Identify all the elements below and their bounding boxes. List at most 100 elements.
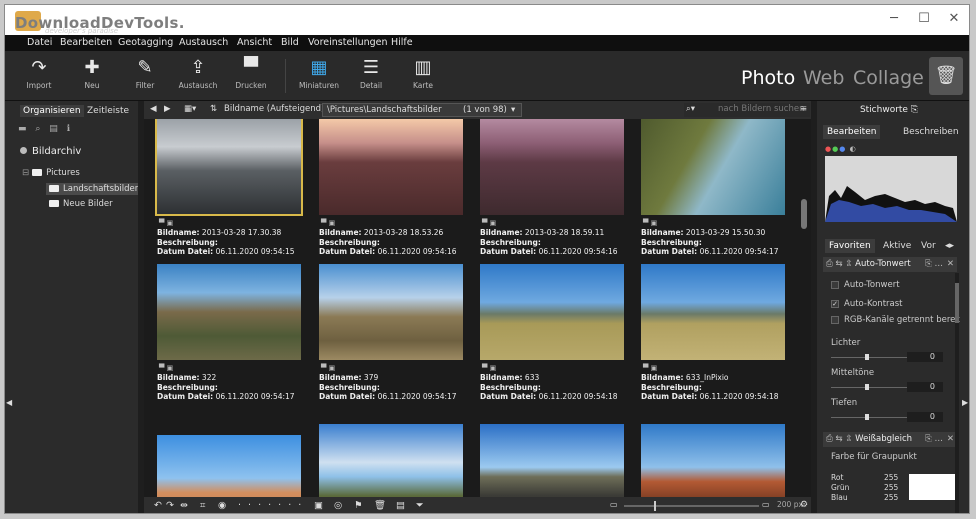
thumbnail-image[interactable] [155,119,303,216]
rotate-left-icon[interactable]: ↶ [154,500,162,511]
minimize-button[interactable]: ─ [879,11,909,26]
rating-dots-icon[interactable]: · · · · · · · [238,500,303,511]
checkbox-auto-tonwert[interactable]: Auto-Tonwert [831,280,900,290]
funnel-icon[interactable]: ⏷ [416,500,424,511]
tab-aktive[interactable]: Aktive [879,239,915,253]
flag-icon[interactable]: ⚑ [354,500,363,511]
thumbnail-image[interactable] [480,264,624,360]
image-icon[interactable]: ▣ [314,500,323,511]
trash-button[interactable]: 🗑 [929,57,963,95]
path-field[interactable]: \Pictures\Landschaftsbilder (1 von 98) ▾ [322,103,522,117]
tab-organisieren[interactable]: Organisieren [20,105,84,117]
tag-icon[interactable]: ▤ [396,500,405,511]
slider-handle[interactable] [865,354,869,360]
keywords-header[interactable]: Stichworte ⎘ [817,105,961,115]
checkbox-rgb-channels[interactable]: RGB-Kanäle getrennt berec [831,315,960,325]
menu-bild[interactable]: Bild [281,37,299,48]
search-field[interactable]: ⌕▾ nach Bildern suchen ≡ [684,103,810,117]
tab-bearbeiten[interactable]: Bearbeiten [823,125,881,139]
menu-austausch[interactable]: Austausch [179,37,228,48]
sort-dropdown[interactable]: Bildname (Aufsteigend) [224,104,324,114]
rotate-right-icon[interactable]: ↷ [166,500,174,511]
slider-mitteltoene[interactable] [831,387,913,388]
tree-item-landschaftsbilder[interactable]: Landschaftsbilder [46,183,142,195]
maximize-button[interactable]: ☐ [909,11,939,26]
tab-favoriten[interactable]: Favoriten [825,239,875,253]
mode-collage-tab[interactable]: Collage [853,67,924,89]
gray-point-color-swatch[interactable] [909,474,955,500]
options-icon[interactable]: ⎘ … [925,259,943,269]
menu-bearbeiten[interactable]: Bearbeiten [60,37,112,48]
slider-handle[interactable] [865,384,869,390]
tree-item-neue-bilder[interactable]: Neue Bilder [49,199,113,209]
menu-datei[interactable]: Datei [27,37,52,48]
tab-beschreiben[interactable]: Beschreiben [899,125,963,139]
thumbnail-image[interactable] [157,435,301,497]
auto-tone-header[interactable]: ⎙ ⇆ ⇫ Auto-Tonwert ⎘ … ✕ [823,257,957,272]
crop-icon[interactable]: ⌗ [200,500,205,511]
thumbnail-image[interactable] [319,424,463,497]
checkbox-auto-kontrast[interactable]: ✓ Auto-Kontrast [831,299,903,309]
close-button[interactable]: ✕ [939,11,969,26]
thumbnail-image[interactable] [641,424,785,497]
map-view-button[interactable]: ▥ Karte [399,55,447,99]
right-panel-scrollbar[interactable] [955,273,959,513]
close-icon[interactable]: ✕ [947,434,954,444]
tab-vor[interactable]: Vor [917,239,940,253]
menu-hilfe[interactable]: Hilfe [391,37,413,48]
mode-web-tab[interactable]: Web [803,67,844,89]
thumbnail-image[interactable] [480,119,624,215]
scrollbar-thumb[interactable] [801,199,807,229]
scrollbar-thumb[interactable] [955,283,959,323]
value-tiefen[interactable]: 0 [907,412,943,422]
filter-button[interactable]: ✎ Filter [121,55,169,99]
white-balance-header[interactable]: ⎙ ⇆ ⇫ Weißabgleich ⎘ … ✕ [823,432,957,447]
import-button[interactable]: ↷ Import [15,55,63,99]
tab-zeitleiste[interactable]: Zeitleiste [84,105,132,117]
menu-voreinstellungen[interactable]: Voreinstellungen [308,37,388,48]
folder-tools-icon[interactable]: ▬ ⌕ ▤ ℹ [18,124,73,134]
thumbnail-image[interactable] [157,264,301,360]
thumbnail-image[interactable] [319,264,463,360]
detail-view-button[interactable]: ☰ Detail [347,55,395,99]
menu-icon[interactable]: ≡ [800,104,807,114]
thumbnail-image[interactable] [641,264,785,360]
options-icon[interactable]: ⎘ … [925,434,943,444]
left-collapse-handle[interactable]: ◀ [5,101,14,513]
back-icon[interactable]: ◀ [150,104,157,114]
gear-icon[interactable]: ⚙ [800,500,808,510]
thumbnail-image[interactable] [641,119,785,215]
flip-icon[interactable]: ⇹ [180,500,188,511]
slider-tiefen[interactable] [831,417,913,418]
new-button[interactable]: ✚ Neu [68,55,116,99]
close-icon[interactable]: ✕ [947,259,954,269]
thumbnails-view-button[interactable]: ▦ Miniaturen [295,55,343,99]
right-collapse-handle[interactable]: ▶ [961,101,969,513]
tree-item-pictures[interactable]: ⊟ Pictures [22,168,80,178]
circle-icon[interactable]: ◎ [334,500,342,511]
zoom-slider[interactable] [624,505,759,507]
value-lichter[interactable]: 0 [907,352,943,362]
menu-ansicht[interactable]: Ansicht [237,37,272,48]
channel-selector-icon[interactable]: ●●● ◐ [825,145,857,153]
zoom-slider-handle[interactable] [654,501,656,511]
thumbnail-image[interactable] [319,119,463,215]
mode-photo-tab[interactable]: Photo [741,67,795,89]
menu-geotagging[interactable]: Geotagging [118,37,173,48]
folder-icon [32,169,43,176]
eye-icon[interactable]: ◉ [218,500,226,511]
slider-handle[interactable] [865,414,869,420]
thumbnail-image[interactable] [480,424,624,497]
chevron-right-icon[interactable]: ◂▸ [941,239,958,253]
view-options-icon[interactable]: ▦▾ [184,104,196,114]
delete-icon[interactable]: 🗑 [374,500,386,511]
print-button[interactable]: ▀ Drucken [227,55,275,99]
forward-icon[interactable]: ▶ [164,104,171,114]
slider-lichter[interactable] [831,357,913,358]
share-button[interactable]: ⇪ Austausch [174,55,222,99]
value-mitteltoene[interactable]: 0 [907,382,943,392]
thumbnail-scrollbar[interactable] [799,119,809,497]
pin-icon[interactable]: ⎘ [911,105,918,115]
tree-root[interactable]: Bildarchiv [20,146,81,157]
slider-label-mitteltoene: Mitteltöne [831,368,875,378]
